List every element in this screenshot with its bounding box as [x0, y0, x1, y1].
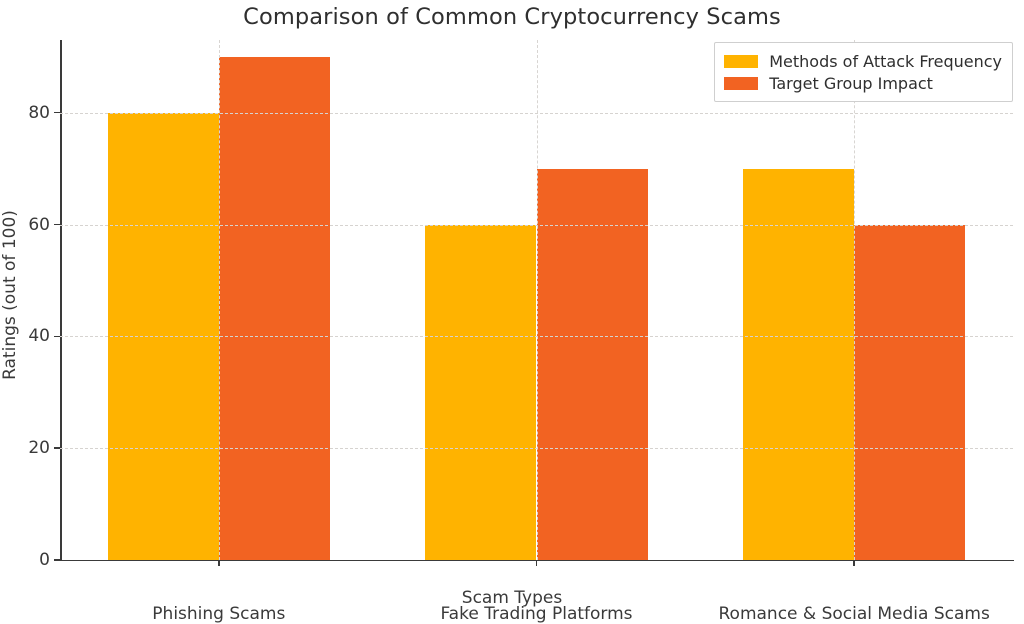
legend-item: Methods of Attack Frequency	[724, 50, 1002, 72]
chart-figure: Comparison of Common Cryptocurrency Scam…	[0, 0, 1024, 624]
bar	[218, 56, 330, 560]
x-tick-mark	[218, 560, 220, 566]
legend-label: Methods of Attack Frequency	[769, 51, 1002, 71]
gridline-vertical	[536, 40, 538, 560]
x-tick-mark	[853, 560, 855, 566]
y-tick-mark	[54, 559, 60, 561]
gridline-vertical	[854, 40, 856, 560]
x-axis-label: Scam Types	[461, 588, 563, 608]
gridline-vertical	[218, 40, 220, 560]
chart-title: Comparison of Common Cryptocurrency Scam…	[243, 4, 781, 30]
legend-swatch	[724, 54, 759, 68]
legend-swatch	[724, 76, 759, 90]
bar	[536, 168, 648, 560]
legend-item: Target Group Impact	[724, 72, 1002, 94]
bar	[742, 168, 855, 560]
legend-label: Target Group Impact	[769, 73, 933, 93]
plot-area: 0 20 40 60 80 Phishing Scams Fake Trading Plat…	[28, 40, 1013, 624]
y-axis-label: Ratings (out of 100)	[0, 210, 20, 380]
chart-legend: Methods of Attack Frequency Target Group …	[714, 42, 1013, 102]
y-tick-mark	[54, 111, 60, 114]
y-tick-mark	[54, 223, 60, 226]
bar	[854, 224, 966, 560]
bar	[425, 224, 537, 560]
x-tick-mark	[535, 560, 538, 566]
y-tick-mark	[54, 335, 60, 338]
y-tick-mark	[54, 447, 60, 449]
